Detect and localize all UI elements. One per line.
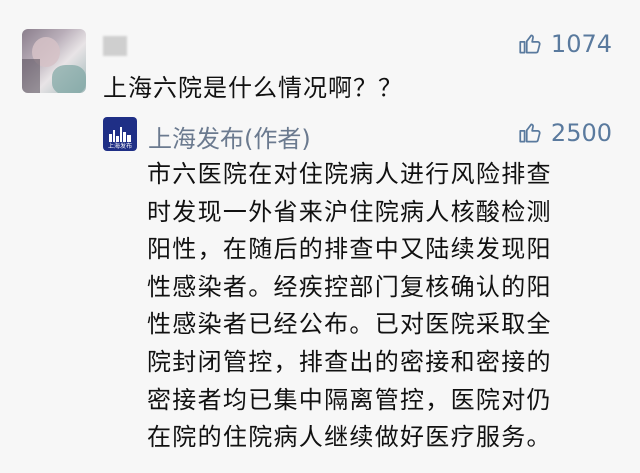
reply-text-line: 阳性，在随后的排查中又陆续发现阳 (147, 235, 552, 264)
reply-text-line: 在院的住院病人继续做好医疗服务。 (147, 423, 552, 452)
comment-like-button[interactable]: 1074 (517, 30, 612, 58)
reply-text-line: 时发现一外省来沪住院病人核酸检测 (147, 197, 552, 226)
reply-text-line: 市六医院在对住院病人进行风险排查 (147, 160, 552, 188)
comment-text: 上海六院是什么情况啊？？ (103, 74, 403, 102)
reply-author-avatar[interactable]: 上海发布 (103, 117, 137, 151)
reply-text-line: 性感染者已经公布。已对医院采取全 (147, 310, 552, 339)
thumbs-up-icon (519, 34, 541, 54)
reply-text: 市六医院在对住院病人进行风险排查 时发现一外省来沪住院病人核酸检测 阳性，在随后… (147, 156, 617, 457)
avatar-blur-shape (22, 59, 40, 93)
thumbs-up-icon (519, 123, 541, 143)
reply-author-name[interactable]: 上海发布(作者) (148, 119, 311, 154)
reply-text-line: 性感染者。经疾控部门复核确认的阳 (147, 272, 552, 301)
avatar-caption: 上海发布 (107, 143, 132, 150)
reply-like-button[interactable]: 2500 (517, 119, 612, 147)
commenter-name-redacted (103, 36, 127, 56)
avatar-blur-shape (52, 65, 86, 93)
reply-text-line: 密接者均已集中隔离管控，医院对仍 (147, 385, 552, 414)
commenter-avatar[interactable] (22, 29, 86, 93)
city-skyline-icon (109, 127, 131, 142)
reply-text-line: 院封闭管控，排查出的密接和密接的 (147, 347, 552, 376)
reply-like-count: 2500 (550, 119, 612, 147)
comment-like-count: 1074 (550, 30, 612, 58)
